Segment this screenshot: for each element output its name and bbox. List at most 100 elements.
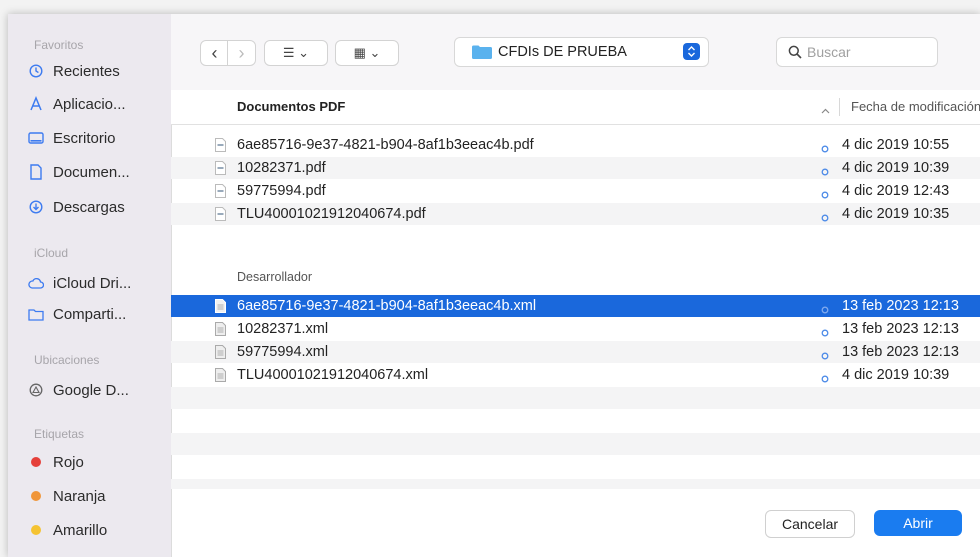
clock-icon <box>26 61 46 81</box>
pdf-file-icon <box>215 161 226 175</box>
forward-button[interactable]: › <box>227 40 256 66</box>
pdf-file-icon <box>215 207 226 221</box>
file-date: 13 feb 2023 12:13 <box>842 344 959 360</box>
file-row-xml-4[interactable]: TLU40001021912040674.xml 4 dic 2019 10:3… <box>171 364 980 386</box>
sidebar-tag-naranja[interactable]: Naranja <box>26 483 166 509</box>
sidebar-item-documentos[interactable]: Documen... <box>26 159 166 185</box>
pdf-file-icon <box>215 138 226 152</box>
file-row-pdf-2[interactable]: 10282371.pdf 4 dic 2019 10:39 <box>171 157 980 179</box>
file-date: 13 feb 2023 12:13 <box>842 298 959 314</box>
icloud-status-icon <box>821 164 829 176</box>
file-date: 4 dic 2019 10:55 <box>842 137 950 153</box>
chevron-right-icon: › <box>238 43 245 63</box>
column-divider <box>839 98 840 116</box>
xml-file-icon <box>215 345 226 359</box>
file-row-xml-3[interactable]: 59775994.xml 13 feb 2023 12:13 <box>171 341 980 363</box>
file-name: 6ae85716-9e37-4821-b904-8af1b3eeac4b.pdf <box>237 137 534 153</box>
pdf-file-icon <box>215 184 226 198</box>
updown-arrows-icon <box>683 43 700 60</box>
sidebar-item-google-drive[interactable]: Google D... <box>26 377 166 403</box>
xml-file-icon <box>215 368 226 382</box>
drive-icon <box>26 380 46 400</box>
empty-row <box>171 479 980 489</box>
shared-folder-icon <box>26 304 46 324</box>
grid-view-icon: ▦ ⌄ <box>353 45 381 60</box>
yellow-tag-icon <box>26 520 46 540</box>
cloud-icon <box>26 273 46 293</box>
file-name: TLU40001021912040674.xml <box>237 367 429 383</box>
file-name: 59775994.pdf <box>237 183 326 199</box>
icloud-status-icon <box>821 325 829 337</box>
file-name: 10282371.pdf <box>237 160 326 176</box>
sidebar-tag-rojo[interactable]: Rojo <box>26 449 166 475</box>
file-row-pdf-1[interactable]: 6ae85716-9e37-4821-b904-8af1b3eeac4b.pdf… <box>171 134 980 156</box>
folder-name: CFDIs DE PRUEBA <box>498 44 627 60</box>
file-name: TLU40001021912040674.pdf <box>237 206 426 222</box>
file-row-pdf-4[interactable]: TLU40001021912040674.pdf 4 dic 2019 10:3… <box>171 203 980 225</box>
download-icon <box>26 197 46 217</box>
sidebar-item-label: Comparti... <box>53 305 127 323</box>
file-date: 4 dic 2019 10:35 <box>842 206 950 222</box>
sidebar-section-icloud: iCloud <box>34 246 69 260</box>
file-row-pdf-3[interactable]: 59775994.pdf 4 dic 2019 12:43 <box>171 180 980 202</box>
document-icon <box>26 162 46 182</box>
icloud-status-icon <box>821 371 829 383</box>
sidebar-item-descargas[interactable]: Descargas <box>26 194 166 220</box>
file-name: 59775994.xml <box>237 344 329 360</box>
group-label-developer: Desarrollador <box>237 270 313 284</box>
file-date: 4 dic 2019 10:39 <box>842 367 950 383</box>
file-row-xml-1[interactable]: 6ae85716-9e37-4821-b904-8af1b3eeac4b.xml… <box>171 295 980 317</box>
sidebar-item-label: Amarillo <box>53 521 108 539</box>
search-field[interactable]: Buscar <box>776 37 938 67</box>
toolbar: ‹ › ☰ ⌄ ▦ ⌄ CFDIs DE PRUEBA Buscar <box>171 14 980 91</box>
column-name-header[interactable]: Documentos PDF <box>237 99 345 114</box>
applications-icon <box>26 94 46 114</box>
sidebar-section-favorites: Favoritos <box>34 38 84 52</box>
icloud-status-icon <box>821 141 829 153</box>
file-date: 4 dic 2019 12:43 <box>842 183 950 199</box>
sidebar-tag-amarillo[interactable]: Amarillo <box>26 517 166 543</box>
search-placeholder: Buscar <box>807 44 851 60</box>
folder-path-select[interactable]: CFDIs DE PRUEBA <box>454 37 709 67</box>
red-tag-icon <box>26 452 46 472</box>
sidebar-item-escritorio[interactable]: Escritorio <box>26 125 166 151</box>
file-date: 13 feb 2023 12:13 <box>842 321 959 337</box>
sidebar-item-compartido[interactable]: Comparti... <box>26 301 166 327</box>
sidebar-item-recientes[interactable]: Recientes <box>26 58 166 84</box>
open-button[interactable]: Abrir <box>874 510 962 536</box>
file-browser: ‹ › ☰ ⌄ ▦ ⌄ CFDIs DE PRUEBA Buscar Docum… <box>171 14 980 557</box>
sidebar-item-label: iCloud Dri... <box>53 274 132 292</box>
empty-row <box>171 433 980 455</box>
sidebar-item-icloud-drive[interactable]: iCloud Dri... <box>26 270 166 296</box>
icloud-status-icon <box>821 210 829 222</box>
sort-chevron-icon[interactable] <box>821 101 830 119</box>
xml-file-icon <box>215 299 226 313</box>
sidebar-item-label: Rojo <box>53 453 84 471</box>
folder-icon <box>472 45 492 59</box>
column-date-header[interactable]: Fecha de modificación <box>851 99 980 114</box>
icloud-status-icon <box>821 348 829 360</box>
cancel-button[interactable]: Cancelar <box>765 510 855 538</box>
sidebar-item-label: Documen... <box>53 163 130 181</box>
sidebar-section-locations: Ubicaciones <box>34 353 100 367</box>
open-file-dialog: Favoritos Recientes Aplicacio... Escrito… <box>8 14 980 557</box>
sidebar-item-label: Escritorio <box>53 129 116 147</box>
chevron-left-icon: ‹ <box>211 43 218 63</box>
icloud-status-icon <box>821 302 829 314</box>
sidebar-section-tags: Etiquetas <box>34 427 85 441</box>
desktop-icon <box>26 128 46 148</box>
file-name: 10282371.xml <box>237 321 329 337</box>
back-button[interactable]: ‹ <box>200 40 229 66</box>
grid-view-button[interactable]: ▦ ⌄ <box>335 40 399 66</box>
list-view-button[interactable]: ☰ ⌄ <box>264 40 328 66</box>
sidebar: Favoritos Recientes Aplicacio... Escrito… <box>8 14 172 557</box>
list-view-icon: ☰ ⌄ <box>282 45 310 60</box>
file-date: 4 dic 2019 10:39 <box>842 160 950 176</box>
sidebar-item-label: Descargas <box>53 198 125 216</box>
sidebar-item-aplicaciones[interactable]: Aplicacio... <box>26 91 166 117</box>
sidebar-item-label: Google D... <box>53 381 129 399</box>
search-icon <box>788 45 802 59</box>
sidebar-item-label: Recientes <box>53 62 120 80</box>
file-row-xml-2[interactable]: 10282371.xml 13 feb 2023 12:13 <box>171 318 980 340</box>
file-name: 6ae85716-9e37-4821-b904-8af1b3eeac4b.xml <box>237 298 537 314</box>
